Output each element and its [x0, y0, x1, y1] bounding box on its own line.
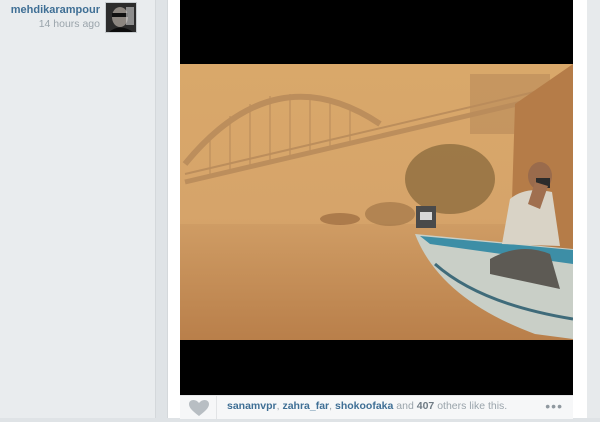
left-sidebar: mehdikarampour 14 hours ago [0, 0, 156, 418]
like-user-link[interactable]: sanamvpr [227, 400, 277, 412]
post-timestamp[interactable]: 14 hours ago [0, 18, 100, 31]
dusty-river-scene [180, 64, 573, 340]
scrollbar[interactable] [587, 0, 600, 418]
post-author-meta: mehdikarampour 14 hours ago [0, 4, 100, 31]
post-photo[interactable] [180, 0, 573, 395]
username-link[interactable]: mehdikarampour [0, 4, 100, 17]
likes-suffix: others like this. [437, 400, 508, 412]
like-user-link[interactable]: zahra_far [282, 400, 329, 412]
likes-and-text: and [396, 400, 414, 412]
post-footer: sanamvpr, zahra_far, shokoofaka and 407 … [180, 395, 573, 419]
like-button[interactable] [188, 399, 210, 417]
like-user-link[interactable]: shokoofaka [335, 400, 393, 412]
likes-separator: , [329, 400, 333, 412]
more-options-button[interactable]: ••• [545, 399, 563, 413]
likes-count[interactable]: 407 [417, 400, 435, 412]
footer-divider [216, 396, 217, 419]
avatar[interactable] [105, 2, 137, 33]
likes-separator: , [276, 400, 280, 412]
heart-icon [189, 400, 209, 416]
likes-summary: sanamvpr, zahra_far, shokoofaka and 407 … [227, 400, 507, 412]
